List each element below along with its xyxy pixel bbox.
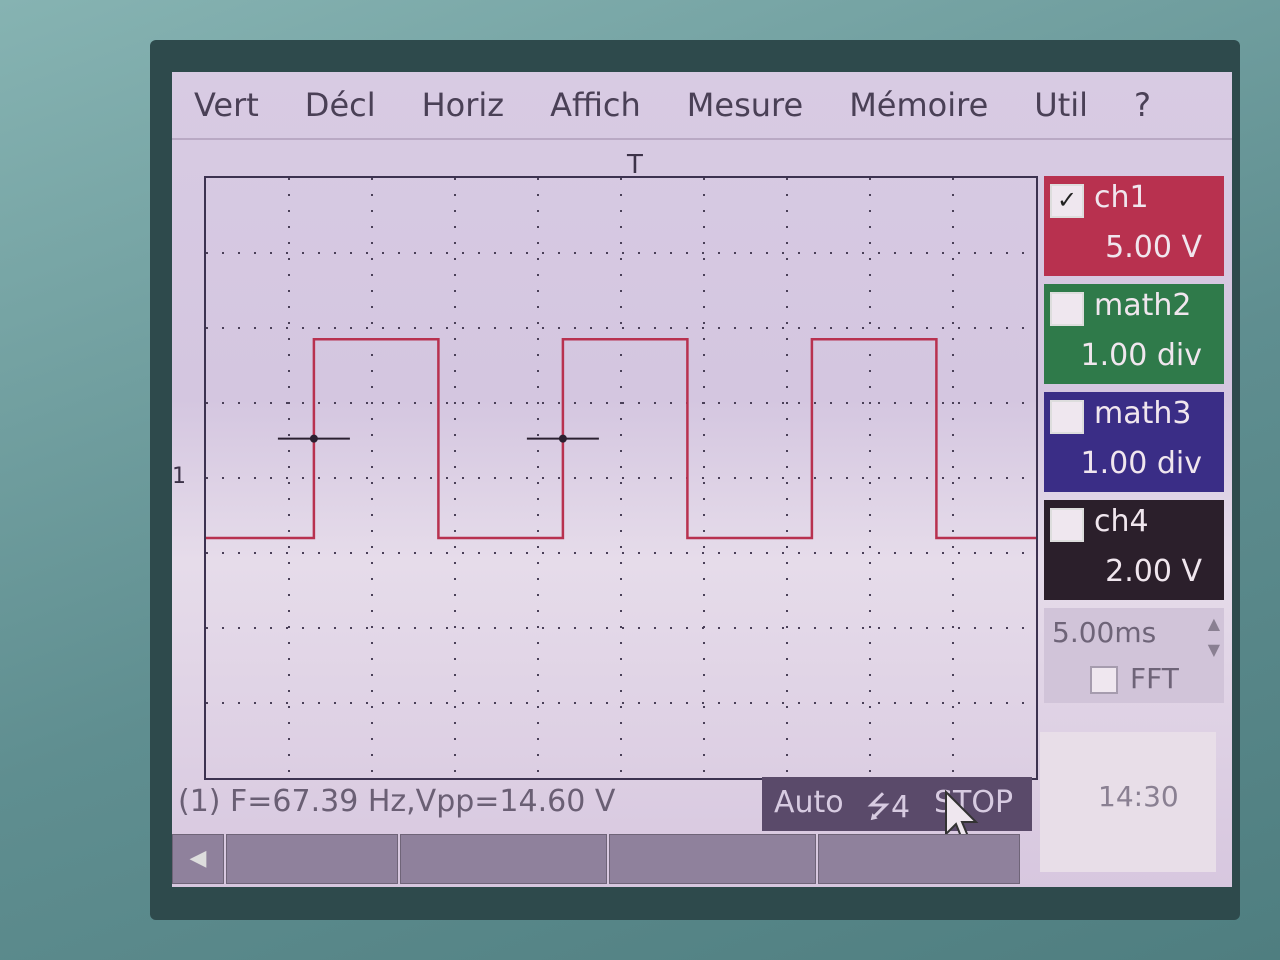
math2-label: math2 (1094, 288, 1192, 323)
arrow-up-icon[interactable]: ▲ (1208, 614, 1220, 633)
measurement-readout: (1) F=67.39 Hz,Vpp=14.60 V (178, 784, 616, 819)
trigger-slope-icon: ⭍ (866, 790, 891, 825)
menu-bar: Vert Décl Horiz Affich Mesure Mémoire Ut… (172, 72, 1232, 140)
softkey-3[interactable] (609, 834, 816, 884)
checkbox-icon[interactable] (1050, 508, 1084, 542)
ch4-box[interactable]: ch4 2.00 V (1044, 500, 1224, 600)
ch1-ground-marker[interactable]: 1 (172, 464, 186, 489)
math2-scale: 1.00 div (1080, 338, 1202, 373)
trigger-source-label: 4 (891, 790, 911, 825)
channel-panel: ✓ ch1 5.00 V math2 1.00 div math3 1.00 d… (1044, 176, 1224, 703)
softkey-1[interactable] (226, 834, 398, 884)
measurement-cursor-dot (309, 434, 318, 443)
menu-affich[interactable]: Affich (550, 86, 641, 124)
timebase-control[interactable]: 5.00ms ▲ ▼ FFT (1044, 608, 1224, 703)
checkbox-icon[interactable] (1050, 400, 1084, 434)
fft-checkbox[interactable] (1090, 666, 1118, 694)
ch4-scale: 2.00 V (1105, 554, 1202, 589)
check-icon[interactable]: ✓ (1050, 184, 1084, 218)
clock-panel: 14:30 (1040, 732, 1216, 872)
measurement-cursor-dot (558, 434, 567, 443)
arrow-down-icon[interactable]: ▼ (1208, 640, 1220, 659)
menu-decl[interactable]: Décl (305, 86, 376, 124)
menu-util[interactable]: Util (1034, 86, 1088, 124)
softkey-2[interactable] (400, 834, 607, 884)
oscilloscope-screen: Vert Décl Horiz Affich Mesure Mémoire Ut… (172, 72, 1232, 887)
checkbox-icon[interactable] (1050, 292, 1084, 326)
clock-time: 14:30 (1098, 780, 1179, 813)
ch4-label: ch4 (1094, 504, 1149, 539)
ch1-box[interactable]: ✓ ch1 5.00 V (1044, 176, 1224, 276)
waveform-graticule (206, 178, 1036, 778)
fft-label: FFT (1130, 662, 1179, 695)
timebase-value: 5.00ms (1052, 616, 1157, 649)
ch1-label: ch1 (1094, 180, 1149, 215)
math3-label: math3 (1094, 396, 1192, 431)
menu-mesure[interactable]: Mesure (687, 86, 803, 124)
menu-help[interactable]: ? (1134, 86, 1151, 124)
trigger-source[interactable]: ⭍4 (866, 785, 910, 836)
math2-box[interactable]: math2 1.00 div (1044, 284, 1224, 384)
menu-memoire[interactable]: Mémoire (849, 86, 988, 124)
ch1-scale: 5.00 V (1105, 230, 1202, 265)
trigger-mode[interactable]: Auto (774, 785, 844, 820)
softkey-4[interactable] (818, 834, 1020, 884)
chevron-left-icon[interactable]: ◀ (172, 834, 224, 884)
menu-vert[interactable]: Vert (194, 86, 259, 124)
acquisition-status[interactable]: Auto ⭍4 STOP (762, 777, 1032, 831)
math3-scale: 1.00 div (1080, 446, 1202, 481)
menu-horiz[interactable]: Horiz (422, 86, 504, 124)
math3-box[interactable]: math3 1.00 div (1044, 392, 1224, 492)
waveform-display (204, 176, 1038, 780)
softkey-bar: ◀ (172, 834, 1032, 884)
